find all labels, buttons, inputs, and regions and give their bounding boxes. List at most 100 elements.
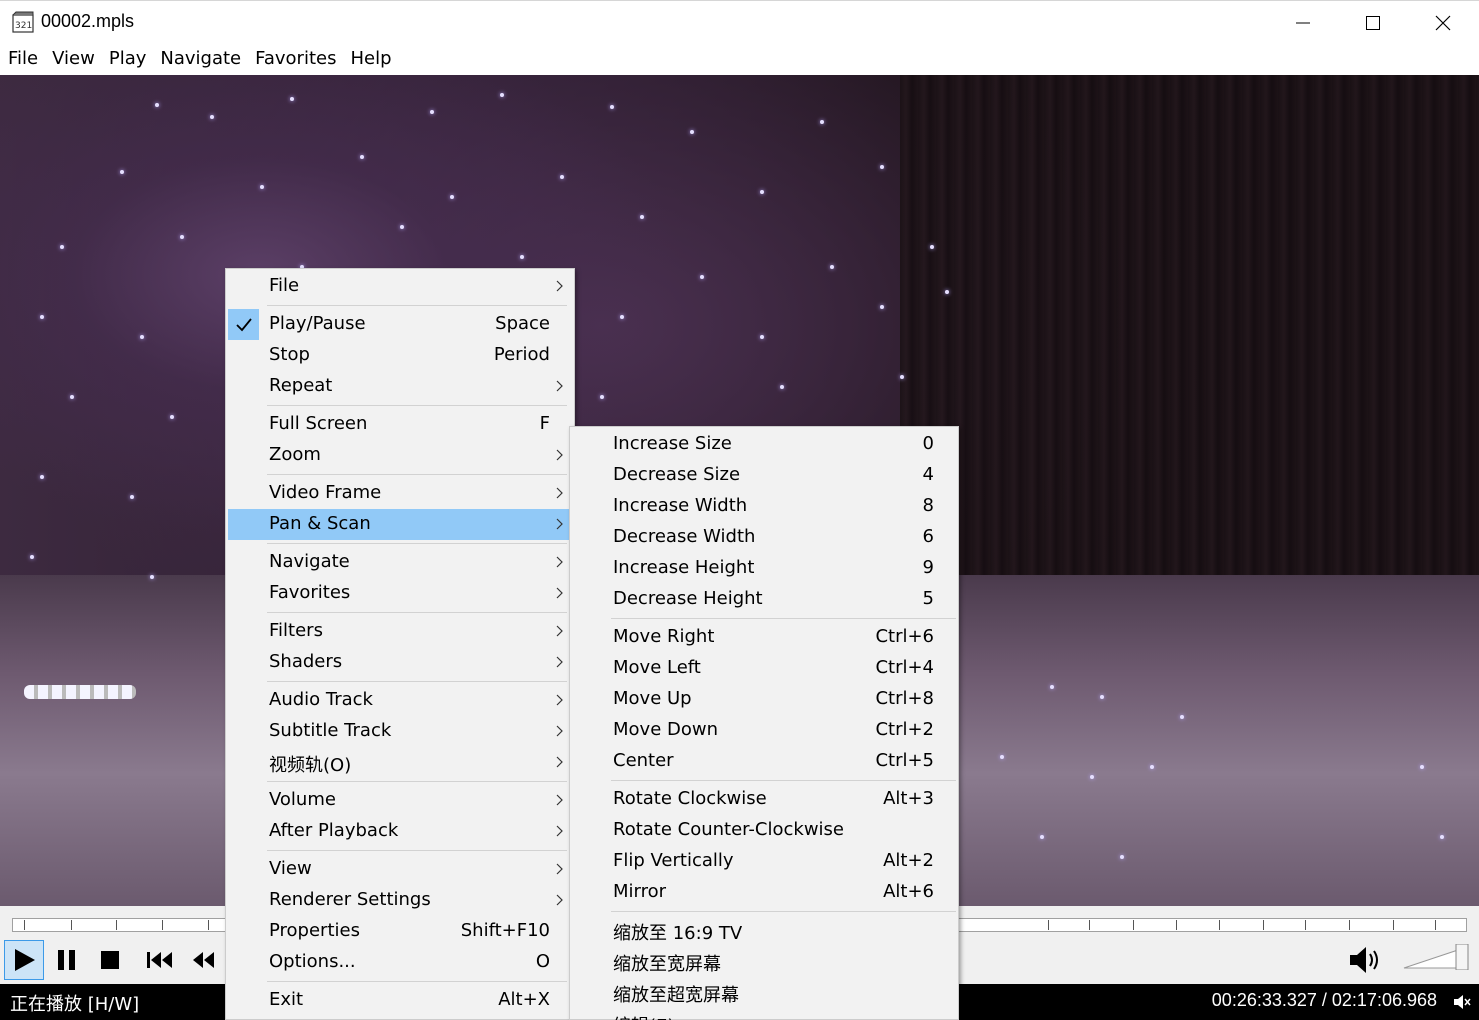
menu-separator — [611, 911, 956, 912]
stop-button[interactable] — [90, 940, 130, 980]
pan-scan-item-increase-height[interactable]: Increase Height 9 — [572, 553, 956, 584]
pan-scan-item-increase-width[interactable]: Increase Width 8 — [572, 491, 956, 522]
context-menu-item-o[interactable]: 视频轨(O) — [228, 747, 570, 778]
menu-separator — [267, 981, 567, 982]
pan-scan-item-center[interactable]: Center Ctrl+5 — [572, 746, 956, 777]
chevron-right-icon — [553, 484, 567, 502]
audio-status-icon — [1454, 995, 1471, 1009]
pan-scan-item-flip-vertically[interactable]: Flip Vertically Alt+2 — [572, 846, 956, 877]
skip-back-icon — [147, 952, 172, 968]
menu-item-label: Increase Width — [613, 495, 748, 516]
pan-scan-item-mirror[interactable]: Mirror Alt+6 — [572, 877, 956, 908]
pan-scan-item-zh-16[interactable]: 缩放至宽屏幕 — [572, 946, 956, 977]
context-menu-item-renderer-settings[interactable]: Renderer Settings — [228, 885, 570, 916]
video-star — [500, 93, 504, 97]
video-star — [260, 185, 264, 189]
menu-play[interactable]: Play — [102, 44, 154, 75]
pan-scan-item-zh-18[interactable]: 编辑(E) — [572, 1008, 956, 1020]
seek-tick — [116, 920, 117, 930]
context-menu-item-filters[interactable]: Filters — [228, 616, 570, 647]
menu-item-label: Volume — [269, 789, 336, 810]
menu-item-label: Increase Height — [613, 557, 755, 578]
pan-scan-item-rotate-counter-clockwise[interactable]: Rotate Counter-Clockwise — [572, 815, 956, 846]
play-button[interactable] — [4, 940, 44, 980]
context-menu-item-shaders[interactable]: Shaders — [228, 647, 570, 678]
chevron-right-icon — [553, 722, 567, 740]
context-menu-item-stop[interactable]: Stop Period — [228, 340, 570, 371]
menu-item-label: Play/Pause — [269, 313, 366, 334]
pan-scan-item-rotate-clockwise[interactable]: Rotate Clockwise Alt+3 — [572, 784, 956, 815]
seek-tick — [1048, 920, 1049, 930]
rewind-button[interactable] — [183, 940, 223, 980]
menu-item-label: Shaders — [269, 651, 343, 672]
pan-scan-item-decrease-height[interactable]: Decrease Height 5 — [572, 584, 956, 615]
context-menu-item-repeat[interactable]: Repeat — [228, 371, 570, 402]
menu-navigate[interactable]: Navigate — [153, 44, 248, 75]
pan-scan-item-move-right[interactable]: Move Right Ctrl+6 — [572, 622, 956, 653]
pan-scan-item-move-up[interactable]: Move Up Ctrl+8 — [572, 684, 956, 715]
menu-separator — [267, 850, 567, 851]
menu-item-shortcut: F — [539, 413, 550, 434]
menu-item-label: 编辑(E) — [613, 1012, 674, 1020]
volume-slider[interactable] — [1402, 944, 1472, 970]
context-menu-item-view[interactable]: View — [228, 854, 570, 885]
menu-file[interactable]: File — [1, 44, 45, 75]
close-button[interactable] — [1408, 1, 1478, 45]
pan-scan-item-move-left[interactable]: Move Left Ctrl+4 — [572, 653, 956, 684]
pan-scan-item-16-9-tv[interactable]: 缩放至 16:9 TV — [572, 915, 956, 946]
context-menu-item-play-pause[interactable]: Play/Pause Space — [228, 309, 570, 340]
menu-item-shortcut: 9 — [922, 557, 934, 578]
context-menu-item-file[interactable]: File — [228, 271, 570, 302]
video-star — [210, 115, 214, 119]
context-menu-item-zoom[interactable]: Zoom — [228, 440, 570, 471]
mute-button[interactable] — [1346, 940, 1386, 980]
menu-item-label: Pan & Scan — [269, 513, 371, 534]
context-menu-item-after-playback[interactable]: After Playback — [228, 816, 570, 847]
menu-item-label: Options... — [269, 951, 356, 972]
menu-help[interactable]: Help — [343, 44, 398, 75]
context-menu-item-properties[interactable]: Properties Shift+F10 — [228, 916, 570, 947]
chevron-right-icon — [553, 860, 567, 878]
menu-item-label: Decrease Width — [613, 526, 756, 547]
context-menu-item-favorites[interactable]: Favorites — [228, 578, 570, 609]
menu-item-shortcut: Alt+2 — [883, 850, 934, 871]
seek-tick — [24, 920, 25, 930]
pan-scan-item-decrease-width[interactable]: Decrease Width 6 — [572, 522, 956, 553]
chevron-right-icon — [553, 653, 567, 671]
close-icon — [1435, 15, 1451, 31]
video-star — [640, 215, 644, 219]
menu-favorites[interactable]: Favorites — [248, 44, 343, 75]
menu-view[interactable]: View — [45, 44, 102, 75]
menu-item-label: Stop — [269, 344, 310, 365]
context-menu-item-navigate[interactable]: Navigate — [228, 547, 570, 578]
chevron-right-icon — [553, 515, 567, 533]
minimize-button[interactable] — [1268, 1, 1338, 45]
pan-scan-item-move-down[interactable]: Move Down Ctrl+2 — [572, 715, 956, 746]
video-star — [820, 120, 824, 124]
context-menu-item-volume[interactable]: Volume — [228, 785, 570, 816]
pan-scan-item-increase-size[interactable]: Increase Size 0 — [572, 429, 956, 460]
menu-separator — [267, 781, 567, 782]
app-icon: 321 — [12, 11, 34, 33]
pan-scan-item-decrease-size[interactable]: Decrease Size 4 — [572, 460, 956, 491]
seek-tick — [1176, 920, 1177, 930]
pan-scan-item-zh-17[interactable]: 缩放至超宽屏幕 — [572, 977, 956, 1008]
seek-tick — [1305, 920, 1306, 930]
maximize-button[interactable] — [1338, 1, 1408, 45]
menu-item-shortcut: 6 — [922, 526, 934, 547]
menu-item-label: Subtitle Track — [269, 720, 392, 741]
context-menu-item-full-screen[interactable]: Full Screen F — [228, 409, 570, 440]
context-menu-item-video-frame[interactable]: Video Frame — [228, 478, 570, 509]
context-menu-item-options[interactable]: Options... O — [228, 947, 570, 978]
video-star — [880, 305, 884, 309]
pause-button[interactable] — [47, 940, 87, 980]
video-star — [1050, 685, 1054, 689]
video-star — [140, 335, 144, 339]
video-star — [560, 175, 564, 179]
context-menu-item-audio-track[interactable]: Audio Track — [228, 685, 570, 716]
context-menu-item-exit[interactable]: Exit Alt+X — [228, 985, 570, 1016]
menu-separator — [267, 305, 567, 306]
context-menu-item-subtitle-track[interactable]: Subtitle Track — [228, 716, 570, 747]
skip-back-button[interactable] — [140, 940, 180, 980]
context-menu-item-pan-scan[interactable]: Pan & Scan — [228, 509, 570, 540]
